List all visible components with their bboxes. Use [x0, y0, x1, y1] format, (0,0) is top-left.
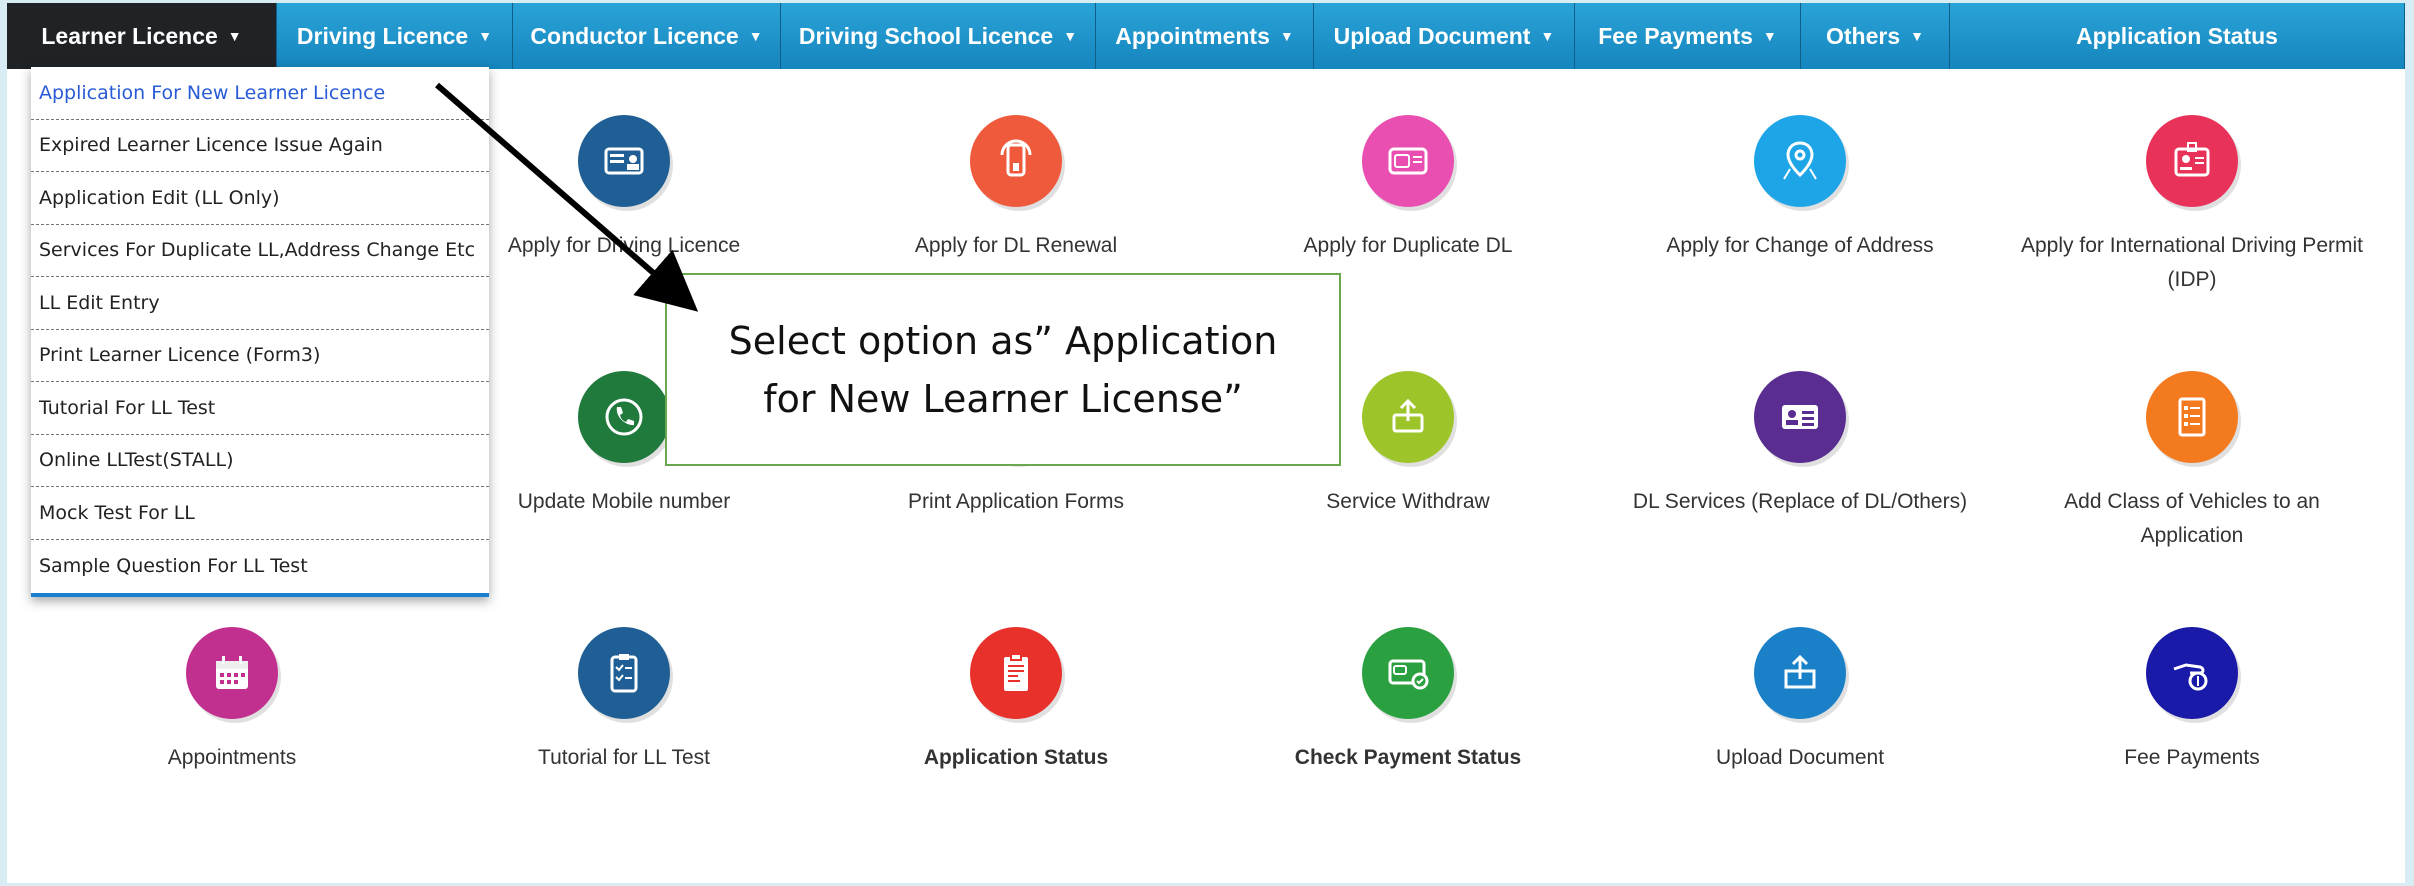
caret-down-icon: ▼ — [227, 28, 242, 44]
withdraw-icon[interactable] — [1362, 371, 1454, 463]
dl-services-icon[interactable] — [1754, 371, 1846, 463]
service-tile-label[interactable]: Tutorial for LL Test — [428, 741, 820, 775]
nav-label: Upload Document — [1333, 22, 1531, 49]
dropdown-item[interactable]: Expired Learner Licence Issue Again — [31, 120, 489, 172]
top-navbar: Learner Licence ▼ Driving Licence ▼ Conducto… — [7, 3, 2405, 69]
payment-card-icon[interactable] — [1362, 627, 1454, 719]
service-tile-label[interactable]: Fee Payments — [1996, 741, 2388, 775]
dropdown-item[interactable]: Online LLTest(STALL) — [31, 435, 489, 487]
service-tile-label[interactable]: Add Class of Vehicles to an Application — [1996, 485, 2388, 553]
nav-fee-payments[interactable]: Fee Payments ▼ — [1575, 3, 1801, 69]
nav-label: Conductor Licence — [530, 22, 739, 49]
calendar-icon[interactable] — [186, 627, 278, 719]
nav-application-status[interactable]: Application Status — [1950, 3, 2405, 69]
upload-icon[interactable] — [1754, 627, 1846, 719]
instruction-callout: Select option as” Application for New Le… — [665, 273, 1341, 466]
badge-icon[interactable] — [2146, 115, 2238, 207]
dropdown-item[interactable]: Sample Question For LL Test — [31, 540, 489, 593]
service-tile-label[interactable]: Apply for International Driving Permit (… — [1996, 229, 2388, 297]
nav-others[interactable]: Others ▼ — [1801, 3, 1950, 69]
caret-down-icon: ▼ — [1279, 28, 1294, 44]
nav-appointments[interactable]: Appointments ▼ — [1096, 3, 1314, 69]
dropdown-item[interactable]: Application Edit (LL Only) — [31, 172, 489, 225]
duplicate-card-icon[interactable] — [1362, 115, 1454, 207]
nav-learner-licence[interactable]: Learner Licence ▼ — [7, 3, 277, 69]
id-card-icon[interactable] — [578, 115, 670, 207]
caret-down-icon: ▼ — [748, 28, 763, 44]
checklist-icon[interactable] — [578, 627, 670, 719]
service-tile-label[interactable]: Check Payment Status — [1212, 741, 1604, 775]
service-tile[interactable]: Check Payment Status — [1212, 627, 1604, 775]
nav-driving-school-licence[interactable]: Driving School Licence ▼ — [781, 3, 1096, 69]
service-tile-label[interactable]: Print Application Forms — [820, 485, 1212, 519]
service-tile-label[interactable]: Appointments — [36, 741, 428, 775]
service-tile-label[interactable]: Apply for Duplicate DL — [1212, 229, 1604, 263]
dropdown-item[interactable]: LL Edit Entry — [31, 277, 489, 330]
hand-coin-icon[interactable] — [2146, 627, 2238, 719]
callout-text: Select option as” Application for New Le… — [728, 318, 1278, 421]
service-tile[interactable]: Apply for Change of Address — [1604, 115, 1996, 263]
service-tile[interactable]: Upload Document — [1604, 627, 1996, 775]
service-tile[interactable]: Apply for DL Renewal — [820, 115, 1212, 263]
service-tile-label[interactable]: Apply for DL Renewal — [820, 229, 1212, 263]
caret-down-icon: ▼ — [1762, 28, 1777, 44]
nav-label: Driving School Licence — [798, 22, 1054, 49]
nav-label: Application Status — [2076, 22, 2278, 49]
renewal-icon[interactable] — [970, 115, 1062, 207]
service-tile[interactable]: Add Class of Vehicles to an Application — [1996, 371, 2388, 553]
nav-label: Driving Licence — [296, 22, 469, 49]
service-tile[interactable]: Application Status — [820, 627, 1212, 775]
service-tile-label[interactable]: Apply for Change of Address — [1604, 229, 1996, 263]
phone-icon[interactable] — [578, 371, 670, 463]
status-doc-icon[interactable] — [970, 627, 1062, 719]
service-tile[interactable]: Tutorial for LL Test — [428, 627, 820, 775]
nav-driving-licence[interactable]: Driving Licence ▼ — [277, 3, 513, 69]
service-tile[interactable]: Apply for International Driving Permit (… — [1996, 115, 2388, 297]
nav-label: Others — [1826, 22, 1901, 49]
nav-conductor-licence[interactable]: Conductor Licence ▼ — [513, 3, 781, 69]
dropdown-item[interactable]: Application For New Learner Licence — [31, 67, 489, 120]
service-tile-label[interactable]: DL Services (Replace of DL/Others) — [1604, 485, 1996, 519]
service-tile[interactable]: Apply for Duplicate DL — [1212, 115, 1604, 263]
caret-down-icon: ▼ — [478, 28, 493, 44]
service-tile[interactable]: Fee Payments — [1996, 627, 2388, 775]
dropdown-item[interactable]: Services For Duplicate LL,Address Change… — [31, 225, 489, 277]
nav-label: Fee Payments — [1598, 22, 1753, 49]
service-tile[interactable]: Appointments — [36, 627, 428, 775]
map-pin-icon[interactable] — [1754, 115, 1846, 207]
nav-label: Appointments — [1115, 22, 1270, 49]
caret-down-icon: ▼ — [1063, 28, 1078, 44]
dropdown-item[interactable]: Print Learner Licence (Form3) — [31, 330, 489, 382]
caret-down-icon: ▼ — [1540, 28, 1555, 44]
dropdown-item[interactable]: Tutorial For LL Test — [31, 382, 489, 435]
nav-upload-document[interactable]: Upload Document ▼ — [1314, 3, 1575, 69]
list-form-icon[interactable] — [2146, 371, 2238, 463]
caret-down-icon: ▼ — [1910, 28, 1924, 44]
service-tile-label[interactable]: Service Withdraw — [1212, 485, 1604, 519]
service-tile-label[interactable]: Upload Document — [1604, 741, 1996, 775]
nav-label: Learner Licence — [41, 22, 218, 49]
learner-licence-dropdown: Application For New Learner Licence Expir… — [31, 67, 489, 597]
service-tile[interactable]: DL Services (Replace of DL/Others) — [1604, 371, 1996, 519]
service-tile-label[interactable]: Application Status — [820, 741, 1212, 775]
dropdown-item[interactable]: Mock Test For LL — [31, 487, 489, 540]
